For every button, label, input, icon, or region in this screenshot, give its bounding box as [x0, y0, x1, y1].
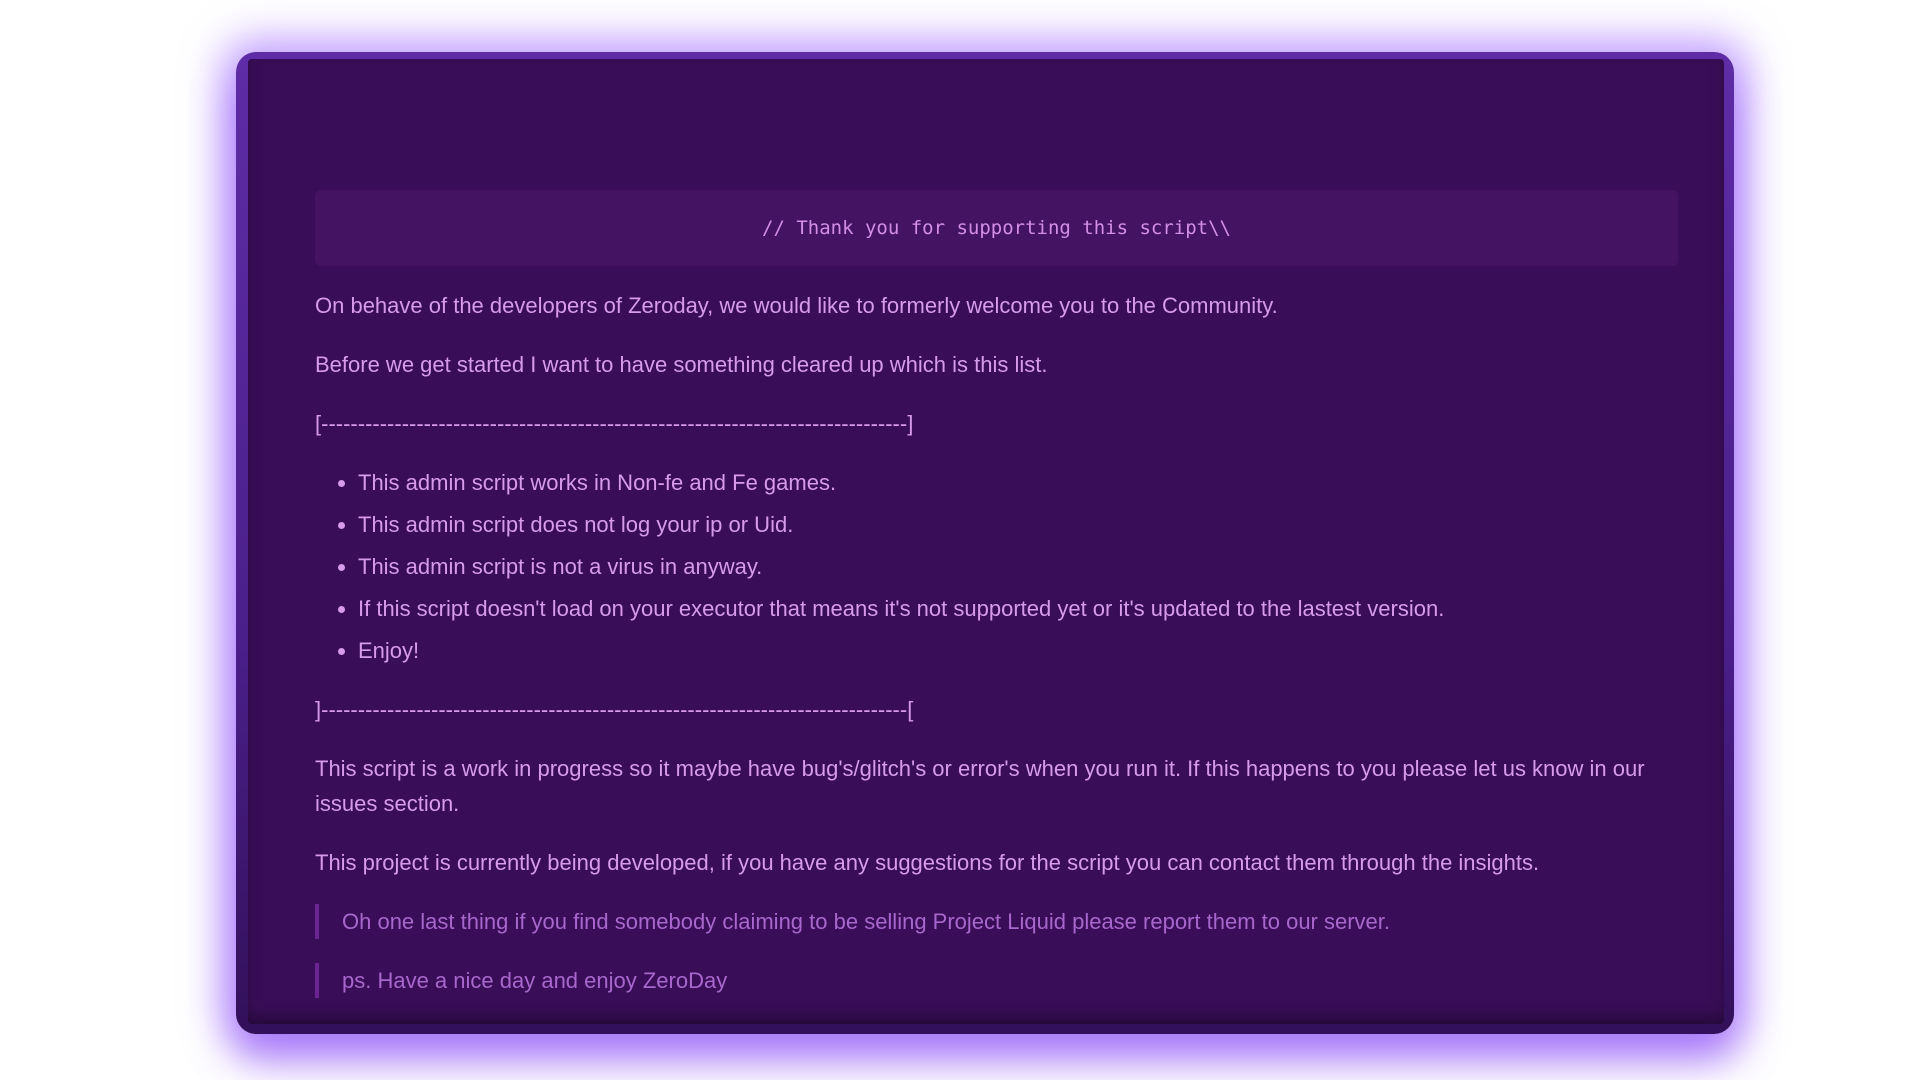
intro-paragraph: Before we get started I want to have som…	[315, 352, 1048, 377]
list-item: Enjoy!	[358, 633, 1678, 668]
wip-paragraph: This script is a work in progress so it …	[315, 756, 1645, 816]
list-item: This admin script is not a virus in anyw…	[358, 549, 1678, 584]
blockquote-warning: Oh one last thing if you find somebody c…	[315, 904, 1678, 939]
code-block: // Thank you for supporting this script\…	[315, 190, 1678, 266]
list-item: If this script doesn't load on your exec…	[358, 591, 1678, 626]
readme-content: // Thank you for supporting this script\…	[315, 190, 1678, 1022]
welcome-paragraph: On behave of the developers of Zeroday, …	[315, 293, 1278, 318]
document-panel: // Thank you for supporting this script\…	[248, 59, 1724, 1024]
code-line: // Thank you for supporting this script\…	[762, 216, 1231, 239]
separator-top: [---------------------------------------…	[315, 411, 914, 436]
feature-list: This admin script works in Non-fe and Fe…	[315, 465, 1678, 668]
list-item: This admin script works in Non-fe and Fe…	[358, 465, 1678, 500]
document-window: // Thank you for supporting this script\…	[236, 52, 1734, 1034]
project-paragraph: This project is currently being develope…	[315, 850, 1540, 875]
list-item: This admin script does not log your ip o…	[358, 507, 1678, 542]
separator-bottom: ]---------------------------------------…	[315, 697, 914, 722]
blockquote-ps: ps. Have a nice day and enjoy ZeroDay	[315, 963, 1678, 998]
